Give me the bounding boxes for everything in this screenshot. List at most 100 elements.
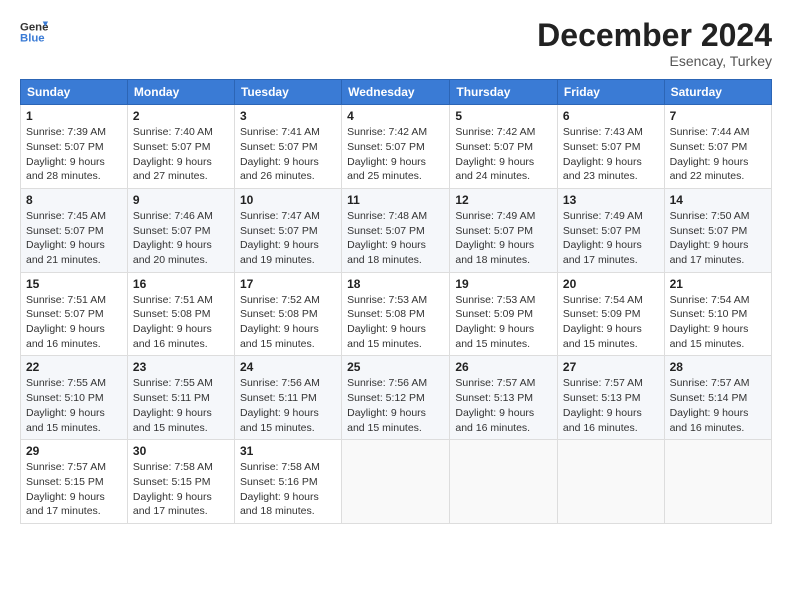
day-number: 14 (670, 193, 766, 207)
day-cell (557, 440, 664, 524)
day-number: 30 (133, 444, 229, 458)
svg-text:Blue: Blue (20, 33, 45, 45)
day-number: 31 (240, 444, 336, 458)
day-info: Sunrise: 7:42 AMSunset: 5:07 PMDaylight:… (455, 125, 552, 184)
day-number: 11 (347, 193, 444, 207)
day-header-wednesday: Wednesday (342, 80, 450, 105)
day-info: Sunrise: 7:41 AMSunset: 5:07 PMDaylight:… (240, 125, 336, 184)
header: General Blue December 2024 Esencay, Turk… (20, 18, 772, 69)
day-info: Sunrise: 7:55 AMSunset: 5:11 PMDaylight:… (133, 376, 229, 435)
month-title: December 2024 (537, 18, 772, 53)
week-row-1: 1 Sunrise: 7:39 AMSunset: 5:07 PMDaylight… (21, 105, 772, 189)
day-info: Sunrise: 7:52 AMSunset: 5:08 PMDaylight:… (240, 293, 336, 352)
day-number: 24 (240, 360, 336, 374)
day-cell: 8 Sunrise: 7:45 AMSunset: 5:07 PMDaylight… (21, 188, 128, 272)
page-container: General Blue December 2024 Esencay, Turk… (0, 0, 792, 534)
day-info: Sunrise: 7:54 AMSunset: 5:10 PMDaylight:… (670, 293, 766, 352)
day-cell: 9Sunrise: 7:46 AMSunset: 5:07 PMDaylight… (127, 188, 234, 272)
day-number: 27 (563, 360, 659, 374)
day-cell: 16 Sunrise: 7:51 AMSunset: 5:08 PMDayligh… (127, 272, 234, 356)
day-info: Sunrise: 7:44 AMSunset: 5:07 PMDaylight:… (670, 125, 766, 184)
day-cell: 2Sunrise: 7:40 AMSunset: 5:07 PMDaylight… (127, 105, 234, 189)
day-cell: 25Sunrise: 7:56 AMSunset: 5:12 PMDayligh… (342, 356, 450, 440)
day-cell: 7 Sunrise: 7:44 AMSunset: 5:07 PMDaylight… (664, 105, 771, 189)
day-info: Sunrise: 7:56 AMSunset: 5:11 PMDaylight:… (240, 376, 336, 435)
day-info: Sunrise: 7:51 AMSunset: 5:08 PMDaylight:… (133, 293, 229, 352)
day-cell: 19Sunrise: 7:53 AMSunset: 5:09 PMDayligh… (450, 272, 558, 356)
day-cell: 31 Sunrise: 7:58 AMSunset: 5:16 PMDayligh… (234, 440, 341, 524)
day-number: 5 (455, 109, 552, 123)
day-cell: 20Sunrise: 7:54 AMSunset: 5:09 PMDayligh… (557, 272, 664, 356)
day-info: Sunrise: 7:57 AMSunset: 5:13 PMDaylight:… (455, 376, 552, 435)
day-cell: 13 Sunrise: 7:49 AMSunset: 5:07 PMDayligh… (557, 188, 664, 272)
day-info: Sunrise: 7:43 AMSunset: 5:07 PMDaylight:… (563, 125, 659, 184)
day-cell: 18 Sunrise: 7:53 AMSunset: 5:08 PMDayligh… (342, 272, 450, 356)
day-cell: 27 Sunrise: 7:57 AMSunset: 5:13 PMDayligh… (557, 356, 664, 440)
day-cell: 11 Sunrise: 7:48 AMSunset: 5:07 PMDayligh… (342, 188, 450, 272)
day-number: 25 (347, 360, 444, 374)
day-info: Sunrise: 7:47 AMSunset: 5:07 PMDaylight:… (240, 209, 336, 268)
day-cell: 6Sunrise: 7:43 AMSunset: 5:07 PMDaylight… (557, 105, 664, 189)
day-headers-row: SundayMondayTuesdayWednesdayThursdayFrid… (21, 80, 772, 105)
day-info: Sunrise: 7:58 AMSunset: 5:16 PMDaylight:… (240, 460, 336, 519)
week-row-2: 8 Sunrise: 7:45 AMSunset: 5:07 PMDaylight… (21, 188, 772, 272)
day-number: 13 (563, 193, 659, 207)
day-info: Sunrise: 7:48 AMSunset: 5:07 PMDaylight:… (347, 209, 444, 268)
day-cell: 14 Sunrise: 7:50 AMSunset: 5:07 PMDayligh… (664, 188, 771, 272)
day-header-friday: Friday (557, 80, 664, 105)
day-info: Sunrise: 7:51 AMSunset: 5:07 PMDaylight:… (26, 293, 122, 352)
day-number: 3 (240, 109, 336, 123)
day-number: 19 (455, 277, 552, 291)
day-cell (450, 440, 558, 524)
week-row-5: 29Sunrise: 7:57 AMSunset: 5:15 PMDayligh… (21, 440, 772, 524)
day-info: Sunrise: 7:53 AMSunset: 5:08 PMDaylight:… (347, 293, 444, 352)
day-number: 28 (670, 360, 766, 374)
day-header-sunday: Sunday (21, 80, 128, 105)
day-info: Sunrise: 7:46 AMSunset: 5:07 PMDaylight:… (133, 209, 229, 268)
day-info: Sunrise: 7:57 AMSunset: 5:14 PMDaylight:… (670, 376, 766, 435)
day-cell: 23 Sunrise: 7:55 AMSunset: 5:11 PMDayligh… (127, 356, 234, 440)
logo: General Blue (20, 18, 48, 46)
day-info: Sunrise: 7:50 AMSunset: 5:07 PMDaylight:… (670, 209, 766, 268)
title-area: December 2024 Esencay, Turkey (537, 18, 772, 69)
day-number: 21 (670, 277, 766, 291)
day-number: 1 (26, 109, 122, 123)
day-cell: 17 Sunrise: 7:52 AMSunset: 5:08 PMDayligh… (234, 272, 341, 356)
day-info: Sunrise: 7:58 AMSunset: 5:15 PMDaylight:… (133, 460, 229, 519)
day-header-thursday: Thursday (450, 80, 558, 105)
day-cell (664, 440, 771, 524)
week-row-3: 15 Sunrise: 7:51 AMSunset: 5:07 PMDayligh… (21, 272, 772, 356)
day-info: Sunrise: 7:49 AMSunset: 5:07 PMDaylight:… (563, 209, 659, 268)
day-number: 7 (670, 109, 766, 123)
day-info: Sunrise: 7:57 AMSunset: 5:13 PMDaylight:… (563, 376, 659, 435)
day-header-monday: Monday (127, 80, 234, 105)
day-cell: 21 Sunrise: 7:54 AMSunset: 5:10 PMDayligh… (664, 272, 771, 356)
day-number: 23 (133, 360, 229, 374)
day-info: Sunrise: 7:39 AMSunset: 5:07 PMDaylight:… (26, 125, 122, 184)
day-cell: 5 Sunrise: 7:42 AMSunset: 5:07 PMDaylight… (450, 105, 558, 189)
day-number: 2 (133, 109, 229, 123)
day-info: Sunrise: 7:57 AMSunset: 5:15 PMDaylight:… (26, 460, 122, 519)
day-cell: 24 Sunrise: 7:56 AMSunset: 5:11 PMDayligh… (234, 356, 341, 440)
day-cell: 22Sunrise: 7:55 AMSunset: 5:10 PMDayligh… (21, 356, 128, 440)
day-info: Sunrise: 7:49 AMSunset: 5:07 PMDaylight:… (455, 209, 552, 268)
day-cell: 15 Sunrise: 7:51 AMSunset: 5:07 PMDayligh… (21, 272, 128, 356)
day-cell: 12Sunrise: 7:49 AMSunset: 5:07 PMDayligh… (450, 188, 558, 272)
day-cell: 26Sunrise: 7:57 AMSunset: 5:13 PMDayligh… (450, 356, 558, 440)
day-header-tuesday: Tuesday (234, 80, 341, 105)
day-number: 22 (26, 360, 122, 374)
day-cell: 28 Sunrise: 7:57 AMSunset: 5:14 PMDayligh… (664, 356, 771, 440)
location: Esencay, Turkey (537, 53, 772, 69)
day-number: 10 (240, 193, 336, 207)
day-number: 17 (240, 277, 336, 291)
week-row-4: 22Sunrise: 7:55 AMSunset: 5:10 PMDayligh… (21, 356, 772, 440)
day-info: Sunrise: 7:45 AMSunset: 5:07 PMDaylight:… (26, 209, 122, 268)
day-cell: 10 Sunrise: 7:47 AMSunset: 5:07 PMDayligh… (234, 188, 341, 272)
logo-icon: General Blue (20, 18, 48, 46)
day-number: 18 (347, 277, 444, 291)
day-number: 16 (133, 277, 229, 291)
day-number: 8 (26, 193, 122, 207)
day-cell (342, 440, 450, 524)
day-number: 15 (26, 277, 122, 291)
calendar-table: SundayMondayTuesdayWednesdayThursdayFrid… (20, 79, 772, 524)
